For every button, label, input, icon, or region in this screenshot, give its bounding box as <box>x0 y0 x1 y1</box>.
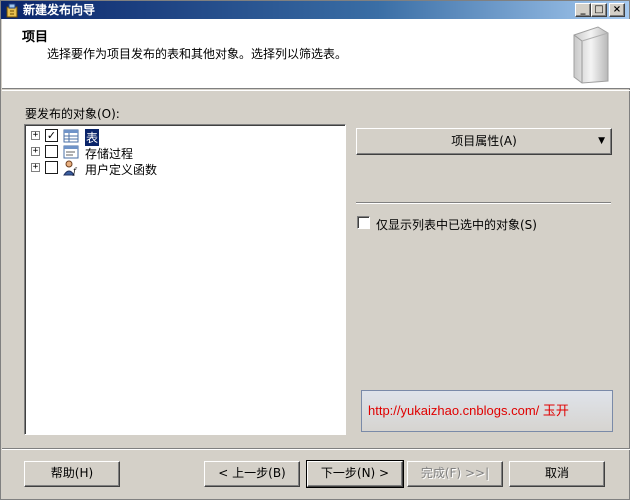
watermark-box: http://yukaizhao.cnblogs.com/ 玉开 <box>361 390 613 432</box>
maximize-button[interactable]: □ <box>591 3 607 17</box>
stored-procedures-checkbox[interactable] <box>45 145 58 158</box>
watermark-text: http://yukaizhao.cnblogs.com/ 玉开 <box>368 403 569 418</box>
dropdown-arrow-icon: ▼ <box>598 136 605 146</box>
title-bar[interactable]: 新建发布向导 _ □ × <box>1 1 629 19</box>
user-functions-checkbox[interactable] <box>45 161 58 174</box>
objects-label: 要发布的对象(O): <box>25 107 120 121</box>
item-properties-button[interactable]: 项目属性(A) ▼ <box>356 128 612 155</box>
wizard-window: 新建发布向导 _ □ × 项目 选择要作为项目发布的表和其他对象。选择列以筛选表… <box>0 0 630 500</box>
expand-icon[interactable]: + <box>31 163 40 172</box>
tree-item-label: 表 <box>85 129 100 146</box>
expand-icon[interactable]: + <box>31 131 40 140</box>
wizard-icon <box>6 3 18 18</box>
next-button[interactable]: 下一步(N) > <box>306 460 404 488</box>
minimize-button[interactable]: _ <box>575 3 591 17</box>
options-separator <box>356 202 611 204</box>
tables-checkbox[interactable]: ✓ <box>45 129 58 142</box>
expand-icon[interactable]: + <box>31 147 40 156</box>
table-icon <box>63 129 79 143</box>
back-button[interactable]: < 上一步(B) <box>204 461 300 487</box>
item-properties-label: 项目属性(A) <box>451 134 517 148</box>
page-title: 项目 <box>22 30 49 45</box>
finish-button[interactable]: 完成(F) >>| <box>407 461 503 487</box>
show-selected-label[interactable]: 仅显示列表中已选中的对象(S) <box>376 216 537 233</box>
book-graphic-icon <box>573 26 609 84</box>
user-function-icon: f <box>63 160 78 176</box>
tree-item-label: 存储过程 <box>85 147 134 161</box>
close-button[interactable]: × <box>609 3 625 17</box>
tree-item-label: 用户定义函数 <box>85 163 158 177</box>
footer-separator <box>2 448 630 450</box>
wizard-header: 项目 选择要作为项目发布的表和其他对象。选择列以筛选表。 <box>2 19 630 89</box>
show-selected-checkbox[interactable] <box>357 216 370 229</box>
header-separator <box>2 90 630 91</box>
stored-procedure-icon <box>63 145 79 159</box>
help-button[interactable]: 帮助(H) <box>24 461 120 487</box>
objects-tree[interactable]: + ✓ 表 + 存储过程 + f 用户定义函数 <box>24 124 346 435</box>
page-description: 选择要作为项目发布的表和其他对象。选择列以筛选表。 <box>47 47 348 61</box>
window-title: 新建发布向导 <box>23 3 96 17</box>
cancel-button[interactable]: 取消 <box>509 461 605 487</box>
svg-text:f: f <box>72 167 78 176</box>
